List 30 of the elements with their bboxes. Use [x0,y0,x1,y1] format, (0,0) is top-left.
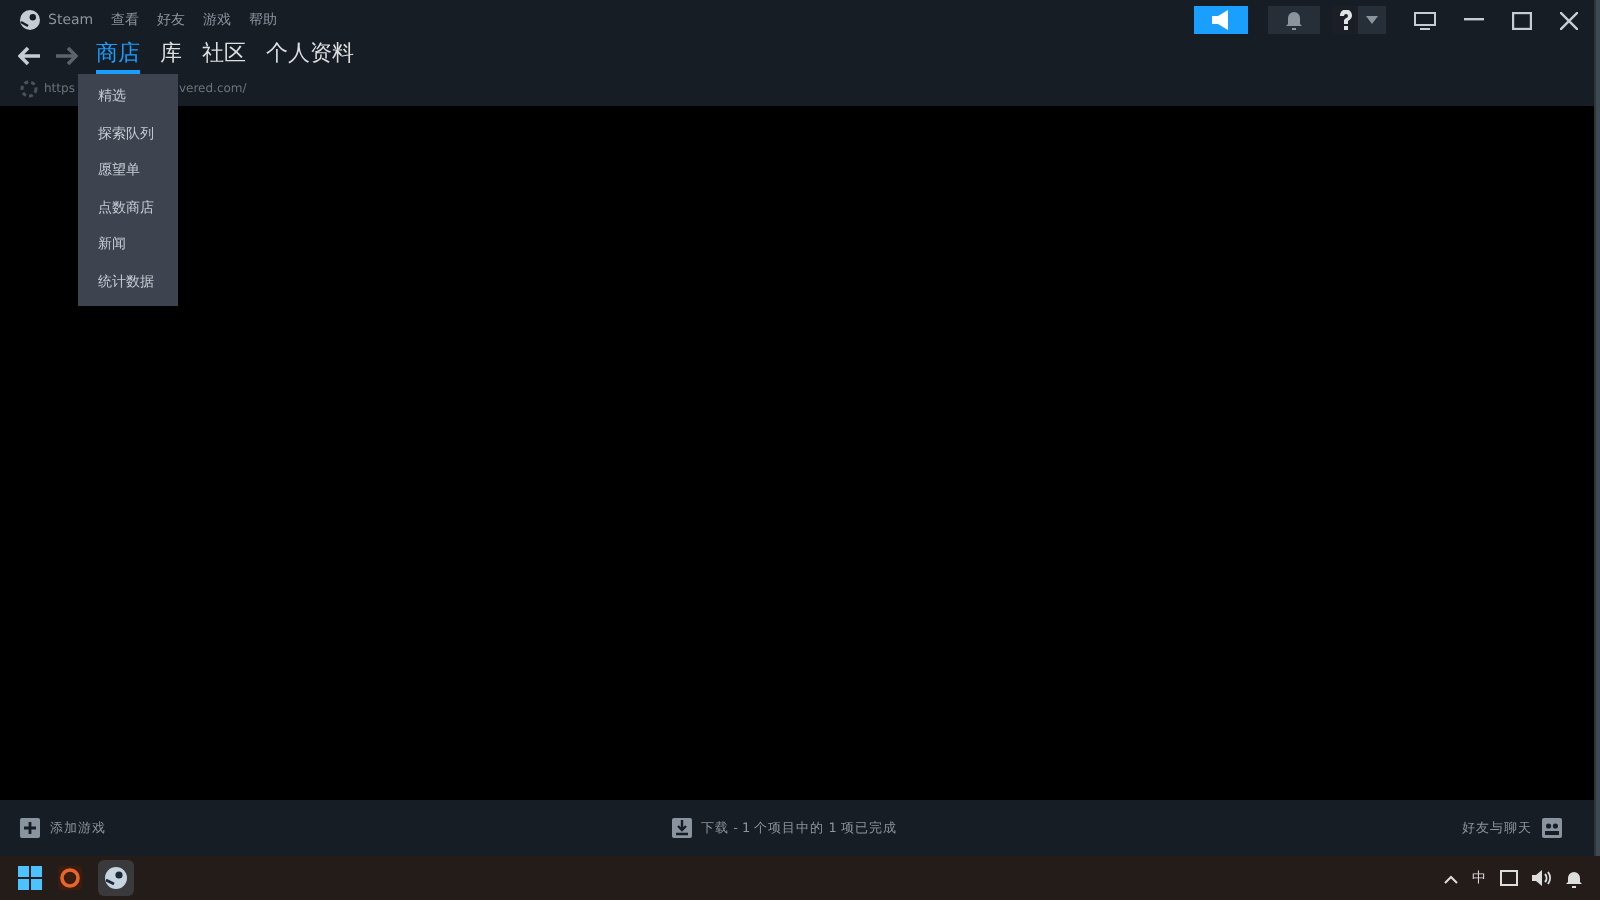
download-icon[interactable] [671,818,692,838]
steam-taskbar-button[interactable] [98,860,134,896]
speaker-icon[interactable] [1532,870,1552,886]
chevron-up-icon[interactable] [1444,873,1458,883]
announcement-button[interactable] [1194,6,1248,34]
nav-tab[interactable]: 库 [160,38,182,74]
network-icon[interactable] [1500,869,1518,887]
start-icon[interactable] [18,866,42,890]
maximize-icon[interactable] [1512,11,1532,29]
steam-logo-icon [104,866,128,890]
help-icon [1337,10,1353,30]
back-arrow-icon[interactable] [18,46,40,66]
nav-tab[interactable]: 社区 [202,38,246,74]
nav-tab[interactable]: 个人资料 [266,38,354,74]
close-icon[interactable] [1560,11,1578,29]
steam-logo-icon [20,10,40,30]
help-button[interactable] [1332,6,1358,34]
loading-icon [20,80,38,98]
bell-icon[interactable] [1566,869,1582,887]
megaphone-icon [1209,10,1233,30]
account-menu-button[interactable] [1358,6,1386,34]
app-icon[interactable] [58,866,82,890]
notification-button[interactable] [1268,6,1320,34]
caret-icon [1366,16,1378,24]
add-icon[interactable] [20,818,40,838]
forward-arrow-icon[interactable] [56,46,78,66]
big-picture-icon[interactable] [1414,11,1436,29]
minimize-icon[interactable] [1464,18,1484,22]
bell-icon [1286,10,1302,30]
friends-icon[interactable] [1541,818,1562,838]
